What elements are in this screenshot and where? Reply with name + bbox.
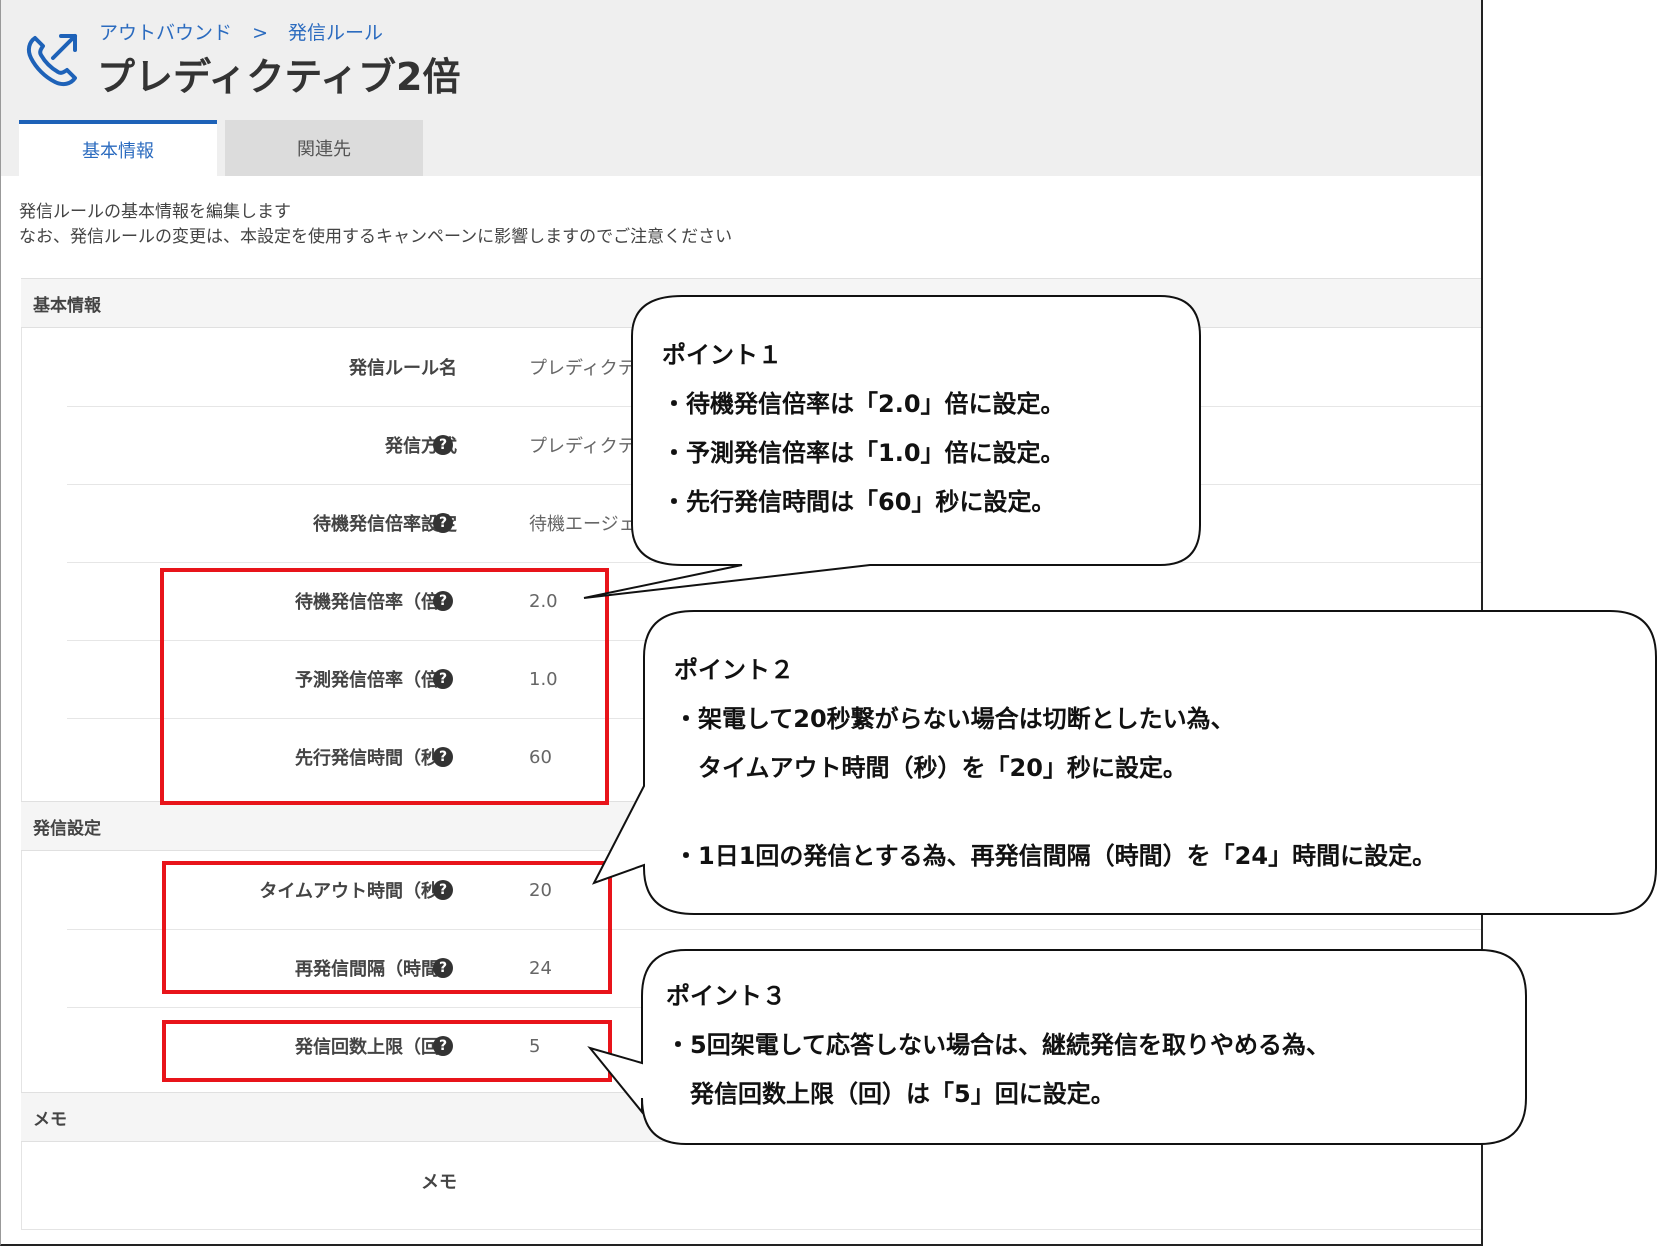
section-header-basic: 基本情報: [21, 278, 1481, 328]
field-row: 発信方式 ? プレディクテ: [67, 406, 1481, 485]
question-circle-icon[interactable]: ?: [433, 513, 453, 533]
question-circle-icon[interactable]: ?: [433, 435, 453, 455]
breadcrumb: アウトバウンド > 発信ルール: [99, 18, 397, 45]
field-value: プレディクテ: [529, 358, 636, 379]
field-label: メモ: [421, 1172, 457, 1193]
tab-basic-info[interactable]: 基本情報: [19, 120, 217, 176]
outbound-call-icon: [26, 34, 77, 87]
highlight-box: [162, 861, 612, 994]
highlight-box: [160, 568, 609, 805]
field-row: 発信ルール名 プレディクテ: [67, 328, 1481, 407]
section-header-dial: 発信設定: [21, 801, 1481, 851]
breadcrumb-parent-link[interactable]: アウトバウンド: [99, 22, 232, 44]
description-line: 発信ルールの基本情報を編集します: [19, 202, 291, 222]
breadcrumb-separator: >: [252, 22, 268, 44]
section-header-memo: メモ: [21, 1092, 1481, 1142]
description-line: なお、発信ルールの変更は、本設定を使用するキャンペーンに影響しますのでご注意くだ…: [19, 227, 733, 247]
field-row: 待機発信倍率設定 ? 待機エージェ: [67, 484, 1481, 563]
field-value: 待機エージェ: [529, 514, 637, 535]
breadcrumb-current-link[interactable]: 発信ルール: [288, 22, 383, 44]
field-value: プレディクテ: [529, 436, 636, 457]
field-row: メモ: [67, 1142, 1481, 1220]
page-title: プレディクティブ2倍: [97, 55, 461, 99]
tab-related[interactable]: 関連先: [225, 120, 423, 176]
page-description: 発信ルールの基本情報を編集します なお、発信ルールの変更は、本設定を使用するキャ…: [19, 200, 732, 250]
highlight-box: [162, 1020, 612, 1082]
field-label: 発信ルール名: [349, 358, 457, 379]
